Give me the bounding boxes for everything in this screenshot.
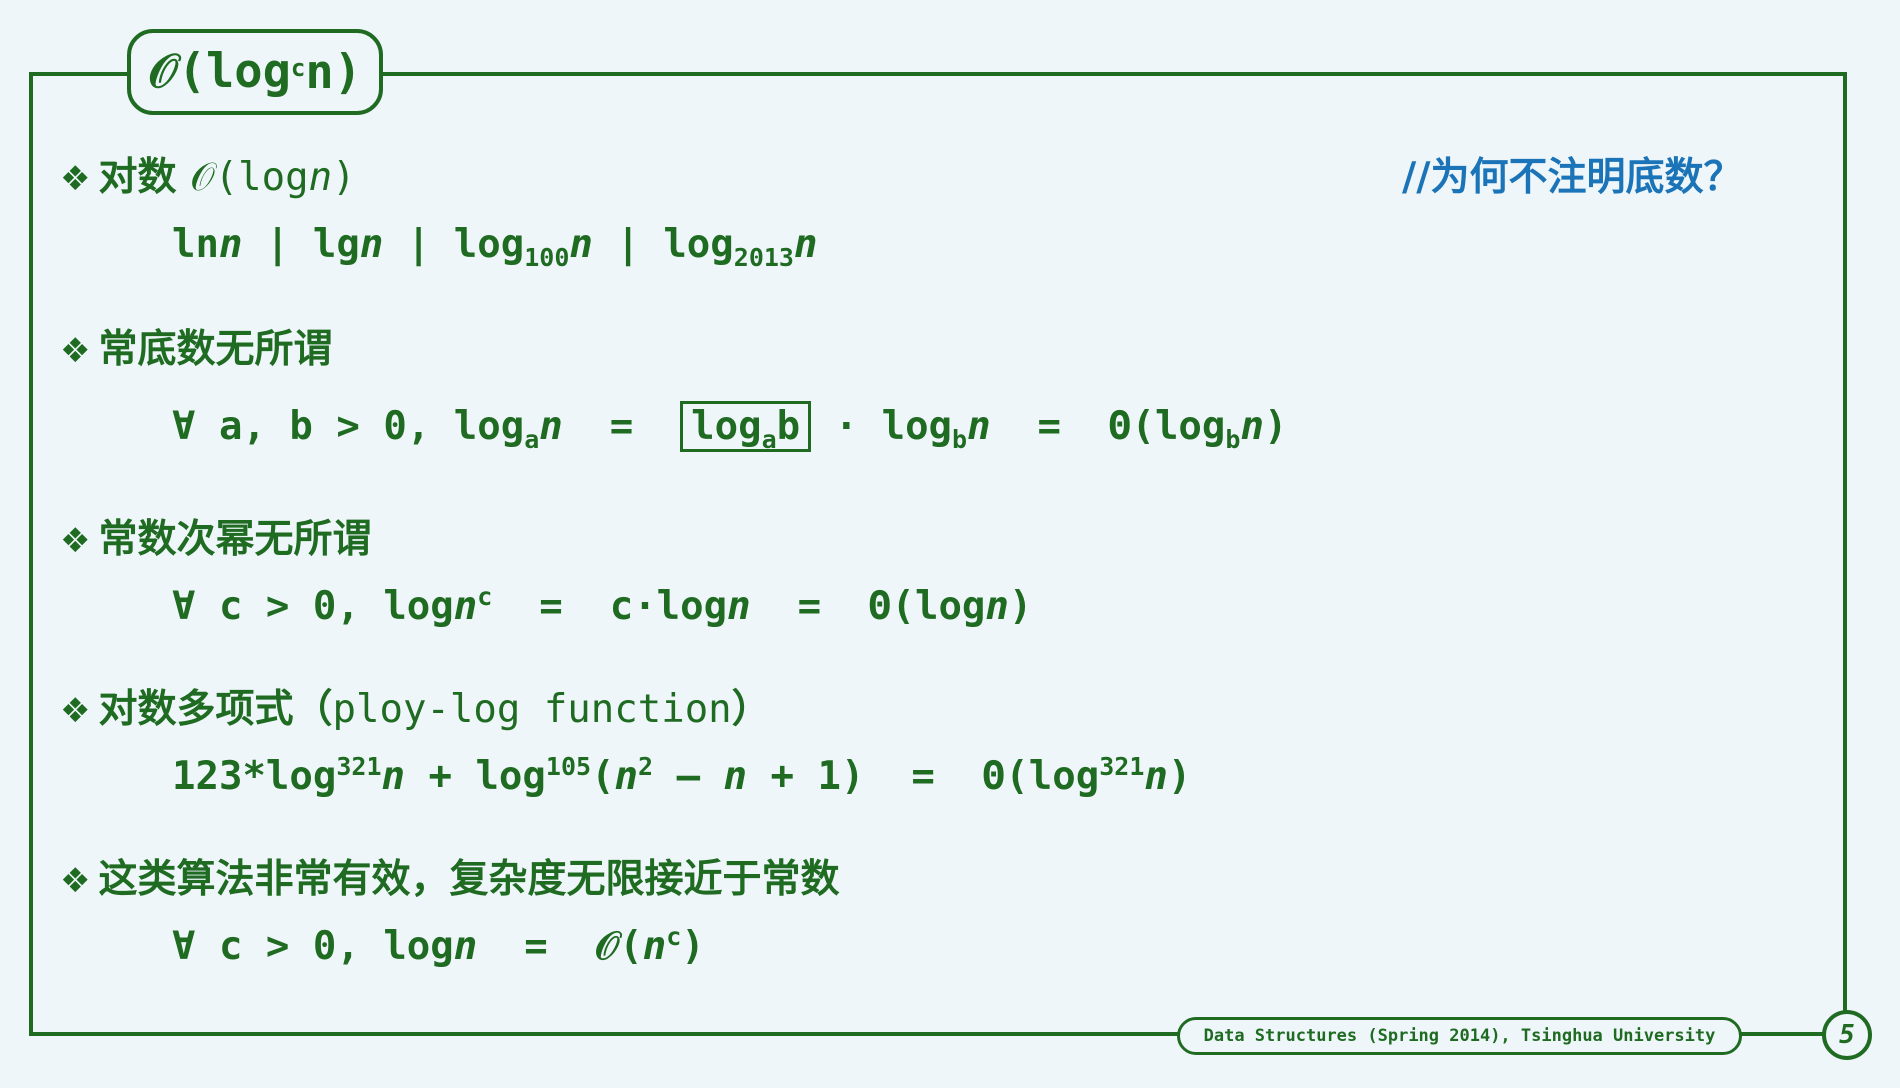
f2-part: ∀ a, b > 0, log xyxy=(172,404,525,449)
f2-part: ) xyxy=(1263,404,1288,449)
bullet-icon: ❖ xyxy=(60,861,91,901)
f4-part: 123*log xyxy=(172,754,337,799)
page-number: 5 xyxy=(1822,1010,1872,1060)
section-log: ❖ 对数 𝒪(logn) xyxy=(60,146,356,202)
f5-part: ) xyxy=(681,924,705,969)
title-suffix: n) xyxy=(305,44,362,100)
f1-part: | log xyxy=(592,222,734,267)
f1-var: n xyxy=(218,222,243,267)
note-text: //为何不注明底数？ xyxy=(1402,155,1743,200)
math-var: n xyxy=(308,155,333,200)
f4-part: ( xyxy=(591,754,615,799)
f1-var: n xyxy=(359,222,384,267)
section-efficient: ❖ 这类算法非常有效，复杂度无限接近于常数 xyxy=(60,848,840,904)
title-prefix: 𝒪(log xyxy=(148,44,291,99)
f3-part: ∀ c > 0, log xyxy=(172,584,454,629)
slide-title: 𝒪(log c n) xyxy=(127,29,383,115)
f2-part: b xyxy=(776,404,801,449)
f5-var: n xyxy=(642,924,667,969)
f2-part: = xyxy=(562,404,681,449)
f3-part: ) xyxy=(1008,584,1033,629)
section-label: 常底数无所谓 xyxy=(98,327,333,372)
f3-part: = Θ(log xyxy=(750,584,986,629)
f2-part: = Θ(log xyxy=(990,404,1226,449)
f4-var: n xyxy=(614,754,639,799)
f2-var: n xyxy=(539,404,563,449)
f1-var: n xyxy=(569,222,593,267)
f2-sub: b xyxy=(952,424,968,454)
f1-part: ln xyxy=(172,222,219,267)
f2-sub: a xyxy=(524,424,540,454)
f4-sup: 321 xyxy=(336,752,382,781)
bullet-icon: ❖ xyxy=(60,159,91,199)
title-sup: c xyxy=(290,54,306,82)
f3-var: n xyxy=(727,584,751,629)
f2-var: n xyxy=(967,404,991,449)
f1-var: n xyxy=(793,222,818,267)
f2-sub: b xyxy=(1225,424,1241,454)
f2-sub: a xyxy=(761,424,777,454)
f1-part: | log xyxy=(383,222,525,267)
f4-sup: 321 xyxy=(1099,752,1145,781)
section-polylog: ❖ 对数多项式（ploy-log function） xyxy=(60,678,771,734)
f1-sub: 100 xyxy=(524,242,570,272)
f4-var: n xyxy=(723,754,748,799)
formula-2: ∀ a, b > 0, logan = logab · logbn = Θ(lo… xyxy=(172,401,1288,454)
f5-sup: c xyxy=(666,922,682,951)
f3-part: = c·log xyxy=(492,584,728,629)
section-constant-base: ❖ 常底数无所谓 xyxy=(60,318,333,374)
section-constant-power: ❖ 常数次幂无所谓 xyxy=(60,508,372,564)
f4-sup: 105 xyxy=(545,752,592,781)
formula-1: lnn | lgn | log100n | log2013n xyxy=(172,222,817,272)
section-label: 对数 xyxy=(98,155,177,200)
section-math: 𝒪(logn) xyxy=(190,155,355,200)
f5-part: = 𝒪( xyxy=(477,924,643,969)
math-part: 𝒪(log xyxy=(190,155,309,200)
f4-part: ) xyxy=(1167,754,1192,799)
f5-var: n xyxy=(453,924,478,969)
f4-sup: 2 xyxy=(638,752,654,781)
f3-sup: c xyxy=(477,582,493,611)
f4-part: + 1) = Θ(log xyxy=(747,754,1100,799)
f3-var: n xyxy=(453,584,478,629)
f4-part: + log xyxy=(405,754,546,799)
bullet-icon: ❖ xyxy=(60,691,91,731)
bullet-icon: ❖ xyxy=(60,521,91,561)
section-label: 对数多项式（ xyxy=(98,687,333,732)
bullet-icon: ❖ xyxy=(60,331,91,371)
section-label: 这类算法非常有效，复杂度无限接近于常数 xyxy=(98,857,840,902)
f2-part: log xyxy=(691,404,762,449)
footer-caption: Data Structures (Spring 2014), Tsinghua … xyxy=(1177,1017,1742,1055)
f1-sub: 2013 xyxy=(733,242,794,272)
formula-4: 123*log321n + log105(n2 – n + 1) = Θ(log… xyxy=(172,752,1191,799)
formula-3: ∀ c > 0, lognc = c·logn = Θ(logn) xyxy=(172,582,1032,629)
f5-part: ∀ c > 0, log xyxy=(172,924,454,969)
f2-part: · log xyxy=(811,404,953,449)
f4-var: n xyxy=(1144,754,1168,799)
section-extra: ploy-log function xyxy=(332,687,732,732)
f1-part: | lg xyxy=(242,222,360,267)
section-close: ） xyxy=(731,687,771,732)
f4-part: – xyxy=(653,754,724,799)
section-label: 常数次幂无所谓 xyxy=(98,517,372,562)
f3-var: n xyxy=(985,584,1009,629)
formula-5: ∀ c > 0, logn = 𝒪(nc) xyxy=(172,922,705,969)
f4-var: n xyxy=(381,754,406,799)
f2-var: n xyxy=(1240,404,1264,449)
math-end: ) xyxy=(332,155,356,200)
boxed-term: logab xyxy=(680,401,812,454)
